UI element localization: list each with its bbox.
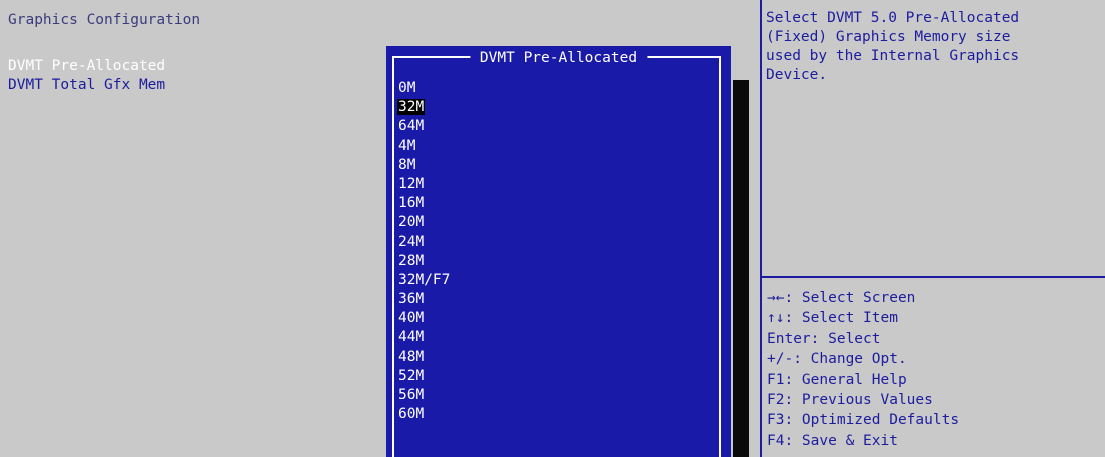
option-list: 0M 32M 64M 4M 8M 12M 16M 20M 24M 28M 32M…	[397, 79, 717, 424]
option-popup: DVMT Pre-Allocated 0M 32M 64M 4M 8M 12M …	[386, 46, 731, 457]
option-60m[interactable]: 60M	[397, 405, 717, 424]
pane-divider	[760, 0, 762, 457]
key-legend: →←: Select Screen ↑↓: Select Item Enter:…	[767, 288, 1105, 451]
key-general-help: F1: General Help	[767, 371, 907, 388]
option-36m[interactable]: 36M	[397, 290, 717, 309]
option-32m[interactable]: 32M	[397, 98, 717, 117]
option-48m[interactable]: 48M	[397, 348, 717, 367]
key-enter-select: Enter: Select	[767, 330, 881, 347]
option-24m[interactable]: 24M	[397, 233, 717, 252]
popup-title: DVMT Pre-Allocated	[469, 49, 648, 67]
key-select-item: ↑↓: Select Item	[767, 310, 898, 327]
help-line: Device.	[766, 67, 828, 83]
option-28m[interactable]: 28M	[397, 252, 717, 271]
option-8m[interactable]: 8M	[397, 156, 717, 175]
key-change-opt: +/-: Change Opt.	[767, 351, 907, 368]
option-16m[interactable]: 16M	[397, 194, 717, 213]
option-52m[interactable]: 52M	[397, 367, 717, 386]
option-32m-f7[interactable]: 32M/F7	[397, 271, 717, 290]
key-previous-values: F2: Previous Values	[767, 391, 933, 408]
help-line: used by the Internal Graphics	[766, 48, 1020, 64]
key-optimized-defaults: F3: Optimized Defaults	[767, 412, 960, 429]
popup-shadow	[733, 80, 749, 457]
option-64m[interactable]: 64M	[397, 117, 717, 136]
option-40m[interactable]: 40M	[397, 309, 717, 328]
help-pane: Select DVMT 5.0 Pre-Allocated (Fixed) Gr…	[766, 8, 1105, 84]
option-4m[interactable]: 4M	[397, 137, 717, 156]
option-56m[interactable]: 56M	[397, 386, 717, 405]
option-0m[interactable]: 0M	[397, 79, 717, 98]
option-12m[interactable]: 12M	[397, 175, 717, 194]
help-line: Select DVMT 5.0 Pre-Allocated	[766, 10, 1020, 26]
key-select-screen: →←: Select Screen	[767, 290, 916, 306]
help-line: (Fixed) Graphics Memory size	[766, 29, 1011, 45]
option-44m[interactable]: 44M	[397, 328, 717, 347]
bios-screen: Graphics Configuration DVMT Pre-Allocate…	[0, 0, 1105, 457]
key-save-exit: F4: Save & Exit	[767, 432, 898, 449]
option-20m[interactable]: 20M	[397, 213, 717, 232]
page-title: Graphics Configuration	[8, 12, 201, 28]
help-divider	[762, 276, 1105, 278]
